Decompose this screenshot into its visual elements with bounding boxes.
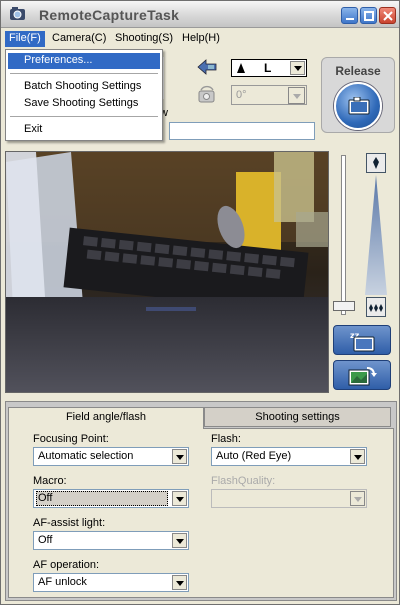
release-label: Release [335,64,381,78]
rotation-select: 0° [231,85,307,105]
menu-item-exit[interactable]: Exit [8,122,160,138]
rotate-icon[interactable] [196,85,218,108]
close-button[interactable] [379,7,396,24]
af-assist-label: AF-assist light: [33,517,106,529]
menu-shooting[interactable]: Shooting(S) [111,31,177,47]
chevron-down-icon[interactable] [290,61,305,75]
save-path-field[interactable] [169,122,315,140]
menu-separator [10,116,158,117]
sleep-camera-button[interactable]: zz [333,325,391,355]
flash-quality-label: FlashQuality: [211,475,276,487]
focusing-point-select[interactable]: Automatic selection [33,447,189,466]
file-menu-dropdown: Preferences... Batch Shooting Settings S… [5,49,163,141]
zoom-thumb[interactable] [333,301,355,311]
chevron-down-icon [350,491,365,506]
field-angle-flash-panel: Focusing Point: Automatic selection Flas… [8,428,394,598]
image-quality-value: L [264,61,272,75]
chevron-down-icon[interactable] [172,533,187,548]
focusing-point-label: Focusing Point: [33,433,109,445]
af-assist-value: Off [38,534,53,546]
maximize-button[interactable] [360,7,377,24]
chevron-down-icon[interactable] [172,575,187,590]
rotation-value: 0° [236,89,247,101]
release-panel: Release [321,57,395,133]
settings-area: Field angle/flash Shooting settings Focu… [5,401,397,601]
flash-quality-select [211,489,367,508]
tab-shooting-settings[interactable]: Shooting settings [204,407,391,427]
menu-help[interactable]: Help(H) [178,31,224,47]
focusing-point-value: Automatic selection [38,450,134,462]
app-camera-icon [9,6,26,22]
flash-value: Auto (Red Eye) [216,450,292,462]
window-title: RemoteCaptureTask [39,7,180,23]
flash-label: Flash: [211,433,241,445]
flash-quality-value [214,491,346,506]
chevron-down-icon[interactable] [350,449,365,464]
macro-label: Macro: [33,475,67,487]
af-operation-select[interactable]: AF unlock [33,573,189,592]
chevron-down-icon[interactable] [172,449,187,464]
chevron-down-icon[interactable] [172,491,187,506]
image-transfer-button[interactable] [333,360,391,390]
zoom-tele-icon[interactable] [366,153,386,173]
menu-separator [10,73,158,74]
title-bar[interactable]: RemoteCaptureTask [1,1,399,28]
zoom-rail [341,155,346,315]
menu-item-preferences[interactable]: Preferences... [8,53,160,69]
menu-bar: File(F) Camera(C) Shooting(S) Help(H) [1,29,399,49]
tab-field-angle-flash[interactable]: Field angle/flash [8,407,204,429]
image-quality-select[interactable]: L [231,59,307,77]
flash-select[interactable]: Auto (Red Eye) [211,447,367,466]
chevron-down-icon [288,87,305,104]
af-operation-label: AF operation: [33,559,100,571]
release-button[interactable] [334,82,382,130]
zoom-wide-icon[interactable] [366,297,386,317]
af-operation-value: AF unlock [38,576,87,588]
macro-value: Off [36,491,168,506]
transfer-icon[interactable] [196,57,218,80]
menu-item-save-shooting-settings[interactable]: Save Shooting Settings [8,96,160,112]
menu-file[interactable]: File(F) [5,31,45,47]
viewfinder [5,151,329,393]
live-preview-image [6,152,328,392]
zoom-gradient [365,175,387,295]
af-assist-select[interactable]: Off [33,531,189,550]
macro-select[interactable]: Off [33,489,189,508]
zoom-slider[interactable] [333,153,393,319]
menu-item-batch-shooting-settings[interactable]: Batch Shooting Settings [8,79,160,95]
app-window: RemoteCaptureTask File(F) Camera(C) Shoo… [0,0,400,605]
menu-camera[interactable]: Camera(C) [48,31,110,47]
quality-fine-icon [236,62,246,74]
minimize-button[interactable] [341,7,358,24]
